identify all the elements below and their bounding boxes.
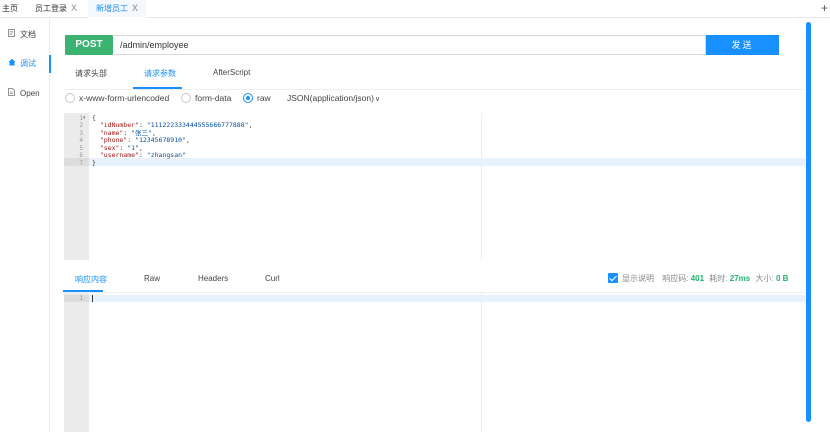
size-value: 0 B [775,274,789,283]
url-input[interactable]: /admin/employee [114,35,706,55]
close-icon[interactable]: X [132,3,138,13]
raw-format-label: JSON(application/json) [287,93,374,103]
tab-response-raw[interactable]: Raw [144,274,160,283]
fold-icon[interactable]: ▾ [83,115,86,123]
active-tab-indicator [63,290,103,292]
doc-icon [8,26,17,44]
radio-label: raw [257,93,271,103]
sidebar-item-label: Open [20,89,40,98]
size-label: 大小: [755,274,774,283]
time-label: 耗时: [709,274,728,283]
tab-request-headers[interactable]: 请求头部 [75,68,107,82]
status-code-label: 响应码: [662,274,689,283]
radio-circle[interactable] [243,93,253,103]
editor-gutter [64,293,89,432]
show-desc-checkbox[interactable] [608,273,618,283]
time-value: 27ms [729,274,751,283]
line-number: 5 [79,144,83,152]
raw-format-select[interactable]: JSON(application/json)∨ [287,93,380,105]
active-line-highlight [89,294,805,302]
response-status: 显示说明 响应码: 401 耗时: 27ms 大小: 0 B [608,273,788,284]
radio-circle[interactable] [181,93,191,103]
home-icon [8,55,17,73]
radio-form-data[interactable]: form-data [181,93,231,105]
line-number: 2 [79,122,83,129]
line-number: 1 [79,294,83,302]
print-margin [481,113,482,260]
tab-employee-login-label: 员工登录 [35,4,67,13]
sidebar-item-label: 文档 [20,30,36,39]
sidebar-item-label: 调试 [20,59,36,68]
text-cursor [92,294,93,302]
tab-add-employee-label: 新增员工 [96,4,128,13]
radio-circle[interactable] [65,93,75,103]
sidebar-item-docs[interactable]: 文档 [0,26,50,44]
sidebar: 文档 调试 Open [0,18,51,432]
code-line: } [92,158,96,167]
close-icon[interactable]: X [71,3,77,13]
scrollbar[interactable] [806,22,811,422]
tab-bar: 主页 员工登录 X 新增员工 X + [0,0,830,18]
line-number: 1 [79,114,83,122]
radio-label: form-data [195,93,232,103]
line-number: 4 [79,137,83,144]
sidebar-item-open[interactable]: Open [0,85,50,103]
tab-divider [63,89,805,90]
show-desc-label: 显示说明 [622,274,654,283]
line-number: 7 [79,159,83,167]
add-tab-icon[interactable]: + [821,0,828,17]
radio-label: x-www-form-urlencoded [79,93,170,103]
line-number: 6 [79,152,83,159]
radio-urlencoded[interactable]: x-www-form-urlencoded [65,93,169,105]
code-line: "username": "zhangsan" [99,151,186,159]
chevron-down-icon: ∨ [374,96,381,103]
tab-employee-login[interactable]: 员工登录 X [26,0,83,18]
tab-afterscript[interactable]: AfterScript [213,68,250,82]
sidebar-item-debug[interactable]: 调试 [0,55,51,73]
radio-raw[interactable]: raw [243,93,271,105]
tab-response-headers[interactable]: Headers [198,274,228,283]
active-tab-indicator [133,87,182,89]
file-icon [8,85,17,103]
tab-response-curl[interactable]: Curl [265,274,280,283]
tab-add-employee[interactable]: 新增员工 X [88,0,146,18]
response-editor[interactable]: 1 [64,293,805,432]
tab-request-params[interactable]: 请求参数 [144,68,176,82]
tab-home[interactable]: 主页 [0,0,26,18]
send-button[interactable]: 发送 [706,35,779,55]
method-select[interactable]: POST [65,35,113,55]
line-number: 3 [79,129,83,137]
tab-home-label: 主页 [2,4,18,13]
print-margin [481,293,482,432]
tab-response-content[interactable]: 响应内容 [75,274,107,285]
status-code-value: 401 [690,274,705,283]
active-line-highlight [89,158,805,166]
body-editor[interactable]: 1 2 3 4 5 6 7 ▾ { "idNumber": "111222333… [64,113,805,260]
